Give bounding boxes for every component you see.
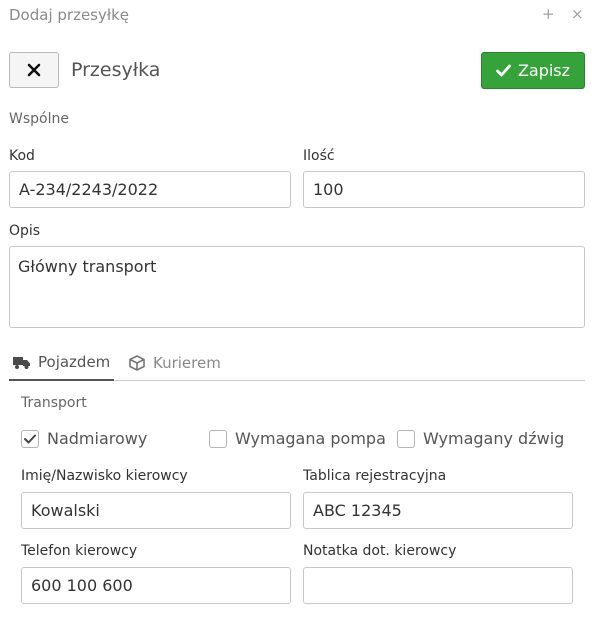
tab-kurierem[interactable]: Kurierem [129,345,221,381]
close-window-icon[interactable]: × [571,5,584,23]
plate-input[interactable]: ABC 12345 [303,492,573,529]
section-title-common: Wspólne [9,111,69,127]
tab-pojazdem-label: Pojazdem [38,353,111,371]
checkbox-label: Wymagana pompa [235,429,386,448]
checkbox-label: Nadmiarowy [47,429,148,448]
checkbox-nadmiarowy[interactable]: Nadmiarowy [21,429,147,448]
ilosc-input[interactable]: 100 [303,171,585,208]
driver-note-label: Notatka dot. kierowcy [303,543,457,559]
kod-label: Kod [9,148,35,164]
driver-phone-label: Telefon kierowcy [21,543,138,559]
opis-textarea[interactable]: Główny transport [9,246,585,328]
tab-kurierem-label: Kurierem [153,354,221,372]
checkbox-box[interactable] [21,429,39,448]
driver-note-input[interactable] [303,567,573,604]
save-button-label: Zapisz [517,61,571,80]
plate-label: Tablica rejestracyjna [303,468,447,484]
plus-icon[interactable]: + [542,5,555,23]
check-icon [24,434,36,443]
checkbox-box[interactable] [209,429,227,448]
driver-name-label: Imię/Nazwisko kierowcy [21,468,188,484]
package-icon [129,355,145,371]
x-icon [27,63,41,77]
driver-phone-input[interactable]: 600 100 600 [21,567,291,604]
save-button[interactable]: Zapisz [481,52,585,89]
delivery-method-tabs: Pojazdem Kurierem [9,345,585,381]
window-title: Dodaj przesyłkę [9,6,130,24]
tab-pojazdem[interactable]: Pojazdem [9,345,115,381]
ilosc-label: Ilość [303,148,335,164]
opis-label: Opis [9,223,41,239]
form-title: Przesyłka [71,59,161,81]
checkbox-wymagana-pompa[interactable]: Wymagana pompa [209,429,386,448]
checkbox-box[interactable] [397,429,415,448]
check-icon [496,64,511,77]
checkbox-label: Wymagany dźwig [423,429,565,448]
window-titlebar: Dodaj przesyłkę + × [0,0,593,30]
driver-name-input[interactable]: Kowalski [21,492,291,529]
close-form-button[interactable] [9,52,59,88]
section-title-transport: Transport [21,395,87,411]
kod-input[interactable]: A-234/2243/2022 [9,171,291,208]
checkbox-wymagany-dzwig[interactable]: Wymagany dźwig [397,429,564,448]
truck-icon [13,356,30,369]
